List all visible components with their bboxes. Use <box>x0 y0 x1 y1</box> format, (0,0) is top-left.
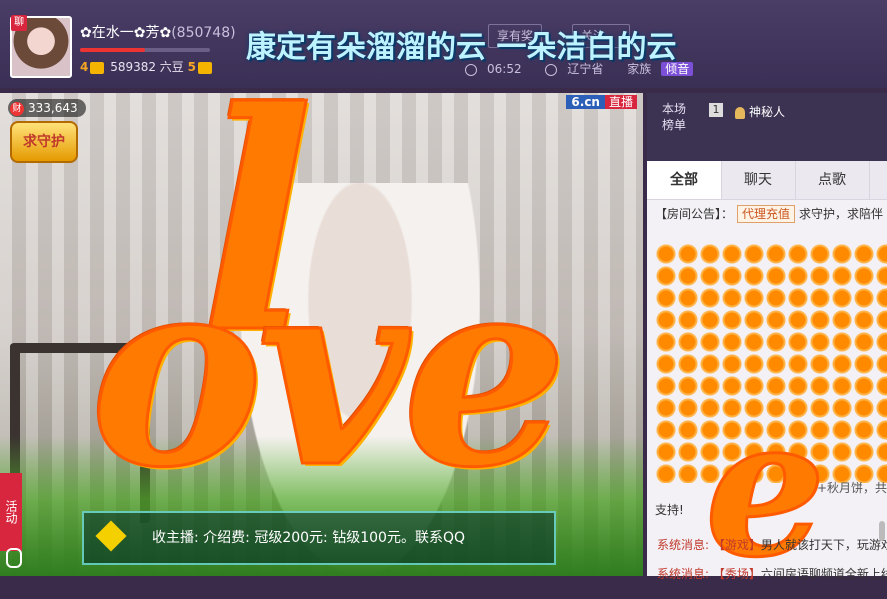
system-body[interactable]: 六间房语聊频道全新上线 <box>761 567 887 581</box>
wealth-value: 333,643 <box>28 101 78 115</box>
tab-all[interactable]: 全部 <box>647 161 722 199</box>
guard-button[interactable]: 求守护 <box>10 121 78 163</box>
rank-number: 1 <box>709 103 723 117</box>
mic-icon[interactable] <box>6 548 22 568</box>
level-next: 5 <box>187 60 196 74</box>
love-letters-ove: ove <box>89 220 570 525</box>
activity-label: 活动 <box>4 500 18 524</box>
host-id: (850748) <box>171 25 236 41</box>
location-text: 辽宁省 <box>567 62 604 76</box>
clock-icon <box>465 63 477 76</box>
mooncake-gift-effect: e <box>655 243 887 584</box>
rank-user-name: 神秘人 <box>749 105 786 119</box>
diamond-icon <box>95 520 127 552</box>
gift-message: +秋月饼，共 <box>817 481 887 495</box>
notice-label: 【房间公告】： <box>655 207 734 221</box>
system-label: 系统消息: <box>657 538 710 552</box>
chat-tabs: 全部 聊天 点歌 <box>647 161 887 200</box>
live-tag: 直播 <box>604 95 637 109</box>
room-meta: 06:52 辽宁省 家族 倾音 <box>465 60 703 77</box>
time-info: 06:52 <box>465 62 532 76</box>
location-info: 辽宁省 <box>545 62 613 76</box>
rank-user[interactable]: 神秘人 <box>735 103 785 120</box>
live-video[interactable]: l ove 财 333,643 求守护 6.cn 直播 活动 收主播: 介绍费: 冠… <box>0 93 643 576</box>
notice-text: 求守护，求陪伴 <box>799 207 884 221</box>
tab-chat[interactable]: 聊天 <box>721 161 796 199</box>
scrolling-ticker: 收主播: 介绍费: 冠级200元: 钻级100元。联系QQ <box>82 511 556 565</box>
recharge-agent-button[interactable]: 代理充值 <box>737 205 796 223</box>
system-message: 系统消息: 【游戏】男人就该打天下，玩游戏 <box>657 536 887 553</box>
ticker-text: 收主播: 介绍费: 冠级200元: 钻级100元。联系QQ <box>152 530 465 546</box>
family-label[interactable]: 家族 <box>627 62 651 76</box>
system-tag[interactable]: 【秀场】 <box>713 567 761 581</box>
site-logo: 6.cn 直播 <box>566 93 637 111</box>
crown-icon <box>90 61 105 74</box>
system-tag[interactable]: 【游戏】 <box>713 538 761 552</box>
system-body[interactable]: 男人就该打天下，玩游戏 <box>761 538 887 552</box>
location-pin-icon <box>545 63 558 76</box>
room-notice: 【房间公告】： 代理充值 求守护，求陪伴 <box>655 205 884 223</box>
room-badge: 聊 <box>11 15 27 31</box>
mooncake-letter-e: e <box>704 376 828 599</box>
room-header: 聊 ✿在水一✿芳✿(850748) 4 589382 六豆 5 享有奖 关注 康… <box>0 0 887 88</box>
level-progress-fill <box>80 48 145 52</box>
wealth-icon: 财 <box>10 101 24 116</box>
rank-tab[interactable]: 本场榜单 <box>661 101 687 133</box>
activity-tab[interactable]: 活动 <box>0 473 22 551</box>
system-label: 系统消息: <box>657 567 710 581</box>
chat-scrollbar[interactable] <box>879 521 885 541</box>
logo-text: 6.cn <box>566 95 605 109</box>
level-progress-bar <box>80 48 210 52</box>
wealth-badge: 财 333,643 <box>8 99 86 117</box>
host-name-line: ✿在水一✿芳✿(850748) <box>80 22 236 42</box>
fan-tag[interactable]: 倾音 <box>661 62 694 76</box>
system-message: 系统消息: 【秀场】六间房语聊频道全新上线 <box>657 565 887 582</box>
person-icon <box>735 106 745 119</box>
crown-icon <box>198 61 212 74</box>
time-text: 06:52 <box>487 62 522 76</box>
bean-count: 589382 六豆 <box>110 60 184 74</box>
host-name[interactable]: ✿在水一✿芳✿ <box>80 25 171 41</box>
rank-panel: 本场榜单 1 神秘人 <box>647 93 887 161</box>
host-stats: 4 589382 六豆 5 <box>80 58 214 75</box>
support-message: 支持! <box>655 503 684 517</box>
level-current: 4 <box>80 60 89 74</box>
tab-song[interactable]: 点歌 <box>795 161 870 199</box>
chat-panel: 全部 聊天 点歌 【房间公告】： 代理充值 求守护，求陪伴 e +秋月饼，共 支持!… <box>647 161 887 584</box>
